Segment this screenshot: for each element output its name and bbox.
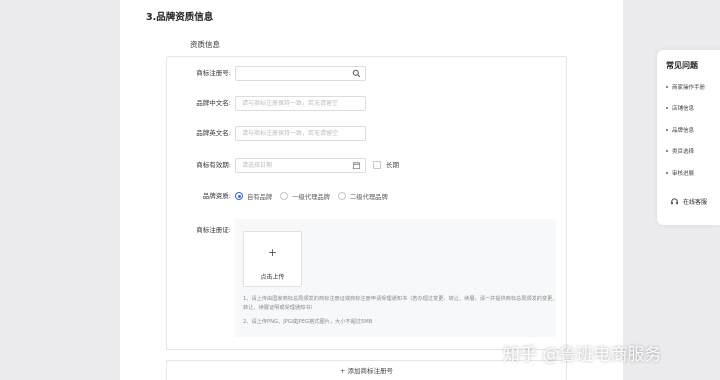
brand-cn-row: 品牌中文名: 请与商标注册保持一致，若无请留空 [167, 95, 567, 111]
radio-own-brand[interactable]: 自有品牌 [235, 192, 272, 201]
faq-item-label: 类目选择 [672, 149, 695, 155]
bullet-icon [666, 86, 668, 88]
bullet-icon [666, 129, 668, 131]
radio-first-agent-dot[interactable] [280, 192, 289, 200]
faq-panel: 常见问题 商家操作手册 店铺信息 品牌信息 类目选择 审核进展 在线客服 [657, 50, 720, 225]
brand-en-input[interactable]: 请与商标注册保持一致，若无请留空 [235, 125, 366, 141]
bullet-icon [666, 150, 668, 152]
brand-cn-input[interactable]: 请与商标注册保持一致，若无请留空 [235, 95, 366, 111]
form-page: 3.品牌资质信息 资质信息 商标注册号: 品牌中文名: 请与商标注册保持一致，若… [120, 0, 623, 380]
faq-item-manual[interactable]: 商家操作手册 [666, 83, 705, 91]
faq-title: 常见问题 [666, 61, 698, 70]
brand-en-row: 品牌英文名: 请与商标注册保持一致，若无请留空 [167, 125, 567, 141]
qualification-label: 品牌资质: [202, 192, 231, 200]
qualification-row: 品牌资质: 自有品牌 一级代理品牌 二级代理品牌 [167, 188, 567, 204]
faq-item-review-progress[interactable]: 审核进展 [666, 169, 694, 177]
radio-second-agent-dot[interactable] [337, 192, 346, 200]
calendar-icon[interactable] [352, 161, 361, 170]
faq-item-shop-info[interactable]: 店铺信息 [666, 104, 694, 112]
headset-icon [671, 198, 678, 205]
trademark-no-label: 商标注册号: [196, 69, 231, 77]
search-icon[interactable] [352, 69, 361, 78]
certificate-upload-area: + 点击上传 1、请上传由国家商标总局颁发的商标注册证或商标注册申请受理通知书（… [235, 219, 558, 337]
faq-item-label: 商家操作手册 [672, 85, 706, 91]
trademark-no-input[interactable] [235, 65, 366, 81]
faq-item-label: 审核进展 [672, 171, 695, 177]
customer-service-button[interactable]: 在线客服 [670, 197, 707, 206]
validity-row: 商标有效期: 请选择日期 长期 [167, 157, 567, 173]
validity-placeholder: 请选择日期 [242, 161, 273, 169]
faq-item-label: 品牌信息 [672, 128, 695, 134]
sub-title: 资质信息 [190, 40, 220, 49]
qualification-radio-group: 自有品牌 一级代理品牌 二级代理品牌 [235, 188, 388, 204]
trademark-no-row: 商标注册号: [167, 65, 567, 81]
radio-second-agent-label: 二级代理品牌 [349, 193, 388, 201]
faq-item-brand-info[interactable]: 品牌信息 [666, 126, 694, 134]
customer-service-label: 在线客服 [683, 199, 708, 206]
upload-label: 点击上传 [260, 274, 285, 281]
plus-icon: + [267, 246, 278, 259]
validity-date-picker[interactable]: 请选择日期 [235, 157, 366, 173]
brand-cn-label: 品牌中文名: [196, 99, 231, 107]
bullet-icon [666, 107, 668, 109]
long-term-checkbox[interactable] [373, 161, 381, 169]
faq-item-label: 店铺信息 [672, 106, 695, 112]
radio-first-agent[interactable]: 一级代理品牌 [280, 192, 330, 201]
brand-en-placeholder: 请与商标注册保持一致，若无请留空 [242, 129, 339, 137]
validity-label: 商标有效期: [196, 161, 231, 169]
long-term-label: 长期 [386, 161, 399, 169]
radio-first-agent-label: 一级代理品牌 [292, 193, 330, 201]
radio-own-brand-dot[interactable] [235, 192, 243, 200]
section-title: 3.品牌资质信息 [146, 12, 214, 23]
watermark: 知乎 @鲁班电商服务 [503, 345, 662, 365]
certificate-label: 商标注册证: [196, 226, 231, 234]
faq-item-category[interactable]: 类目选择 [666, 147, 694, 155]
brand-cn-placeholder: 请与商标注册保持一致，若无请留空 [242, 99, 339, 107]
upload-button[interactable]: + 点击上传 [243, 231, 302, 287]
radio-own-brand-label: 自有品牌 [247, 193, 273, 201]
upload-tip-2: 2、请上传PNG、JPG或JPEG格式图片，大小不超过5MB [243, 319, 373, 325]
qualification-card: 商标注册号: 品牌中文名: 请与商标注册保持一致，若无请留空 品牌英文名: 请与… [166, 56, 567, 350]
bullet-icon [666, 172, 668, 174]
upload-tip-1: 1、请上传由国家商标总局颁发的商标注册证或商标注册申请受理通知书（若办理过变更、… [243, 296, 558, 311]
radio-second-agent[interactable]: 二级代理品牌 [337, 192, 388, 201]
brand-en-label: 品牌英文名: [196, 129, 231, 137]
